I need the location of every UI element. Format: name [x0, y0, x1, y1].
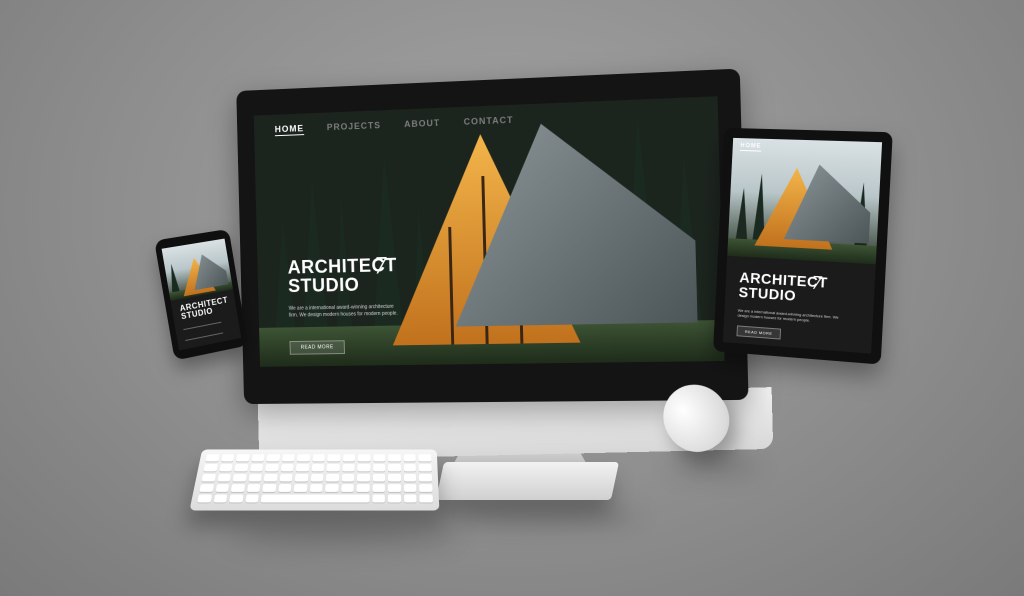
key — [403, 454, 417, 462]
desktop-nav: HOME PROJECTS ABOUT CONTACT — [274, 115, 514, 137]
key — [295, 463, 310, 472]
key — [281, 454, 295, 462]
key — [312, 454, 326, 462]
key — [342, 454, 356, 462]
monitor-stand-base — [435, 462, 620, 500]
key — [388, 463, 401, 472]
tablet-hero-description: We are a international award-winning arc… — [737, 307, 839, 324]
key — [220, 454, 235, 462]
key — [293, 484, 308, 492]
key — [419, 494, 433, 503]
key — [326, 473, 340, 482]
tablet-hero-image — [727, 137, 883, 265]
key — [262, 484, 277, 492]
hero-description: We are a international award-winning arc… — [288, 303, 398, 319]
nav-home-link[interactable]: HOME — [740, 143, 762, 152]
key — [266, 454, 280, 462]
phone-hero-image — [161, 238, 234, 301]
desktop-monitor: HOME PROJECTS ABOUT CONTACT ARCHITECT ST… — [236, 68, 749, 405]
key — [419, 473, 433, 482]
key — [234, 463, 248, 472]
key — [341, 473, 355, 482]
key — [356, 484, 370, 492]
key — [297, 454, 311, 462]
nav-home-link[interactable]: HOME — [274, 123, 305, 137]
key — [279, 473, 293, 482]
key — [419, 463, 432, 472]
key — [199, 484, 214, 492]
smartphone-device: ARCHITECT STUDIO — [154, 228, 249, 361]
key — [388, 473, 401, 482]
key — [236, 454, 250, 462]
key — [357, 473, 370, 482]
phone-hero-title: ARCHITECT STUDIO — [179, 295, 230, 321]
read-more-button[interactable]: READ MORE — [289, 340, 345, 355]
key — [388, 494, 402, 503]
key — [388, 484, 401, 492]
key — [309, 484, 323, 492]
key — [230, 484, 245, 492]
key — [280, 463, 294, 472]
nav-projects-link[interactable]: PROJECTS — [327, 120, 381, 134]
key — [404, 494, 417, 503]
key — [251, 454, 265, 462]
key — [388, 454, 401, 462]
signature-mark: 7 — [810, 272, 823, 295]
key — [246, 484, 261, 492]
key — [232, 473, 247, 482]
tablet-device: HOME ARCHITECT STUDIO 7 We are a interna… — [713, 127, 893, 365]
wireless-keyboard — [189, 449, 440, 511]
key — [358, 454, 371, 462]
spacebar-key — [260, 494, 370, 503]
signature-mark: 7 — [373, 254, 388, 280]
key — [419, 484, 433, 492]
key — [217, 473, 231, 482]
key — [311, 463, 325, 472]
key — [310, 473, 324, 482]
nav-about-link[interactable]: ABOUT — [404, 118, 440, 131]
stand-shadow — [440, 505, 640, 525]
desktop-website-screen: HOME PROJECTS ABOUT CONTACT ARCHITECT ST… — [253, 96, 725, 367]
key — [278, 484, 292, 492]
mouse-shadow — [670, 458, 760, 474]
key — [218, 463, 233, 472]
key — [373, 454, 386, 462]
key — [263, 473, 278, 482]
key — [248, 473, 262, 482]
keyboard-shadow — [230, 525, 460, 547]
tablet-website-screen: HOME ARCHITECT STUDIO 7 We are a interna… — [722, 137, 883, 354]
key — [326, 463, 340, 472]
nav-contact-link[interactable]: CONTACT — [464, 115, 514, 129]
key — [197, 494, 212, 503]
tablet-read-more-button[interactable]: READ MORE — [736, 325, 782, 340]
key — [265, 463, 279, 472]
phone-website-screen: ARCHITECT STUDIO — [161, 238, 242, 351]
tablet-nav: HOME — [740, 143, 762, 152]
key — [357, 463, 371, 472]
key — [205, 454, 220, 462]
key — [327, 454, 341, 462]
key — [403, 484, 417, 492]
key — [403, 463, 417, 472]
key — [418, 454, 432, 462]
key — [342, 463, 355, 472]
phone-text-lines — [183, 321, 224, 342]
key — [249, 463, 264, 472]
key — [373, 463, 386, 472]
key — [403, 473, 417, 482]
key — [244, 494, 259, 503]
key — [341, 484, 355, 492]
key — [201, 473, 216, 482]
key — [213, 494, 228, 503]
key — [215, 484, 230, 492]
key — [372, 494, 386, 503]
key — [325, 484, 339, 492]
key — [294, 473, 309, 482]
key — [372, 484, 386, 492]
key — [372, 473, 386, 482]
key — [229, 494, 244, 503]
key — [203, 463, 218, 472]
